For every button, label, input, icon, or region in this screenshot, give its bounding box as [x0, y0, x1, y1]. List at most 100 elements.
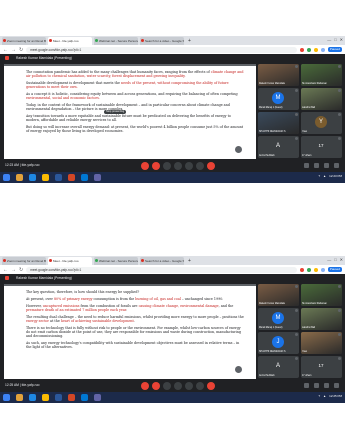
word-icon[interactable]	[55, 394, 62, 401]
participant-tile[interactable]: 17 17 others	[301, 136, 342, 158]
mic-off-icon[interactable]	[141, 162, 149, 170]
chrome-icon[interactable]	[42, 174, 49, 181]
browser-tab[interactable]: Meet - fde-yafp-ruo	[48, 37, 92, 45]
participant-tile[interactable]: A Arvind Subbiah	[258, 136, 299, 158]
help-icon[interactable]: ?	[319, 394, 321, 398]
participant-tile[interactable]: J SHANTHI DEVARAJAN S	[258, 332, 299, 354]
url-field[interactable]: meet.google.com/fde-yafp-ruo?pli=1	[26, 266, 297, 273]
participant-tile[interactable]: Sk Anambarul Rahaman	[301, 284, 342, 306]
forward-icon[interactable]: →	[11, 47, 16, 53]
info-icon[interactable]	[304, 163, 309, 168]
info-icon[interactable]	[304, 383, 309, 388]
back-icon[interactable]: ←	[3, 47, 8, 53]
forward-icon[interactable]: →	[11, 267, 16, 273]
outlook-icon[interactable]	[81, 174, 88, 181]
participant-tile[interactable]: SHANTHI DEVARAJAN S	[258, 112, 299, 134]
close-icon[interactable]: ✕	[340, 257, 343, 262]
maximize-icon[interactable]: □	[334, 37, 336, 42]
participant-tile[interactable]: M Murali Manoj 1 (Guest)	[258, 88, 299, 110]
reload-icon[interactable]: ↻	[19, 267, 23, 273]
extension-icon[interactable]	[306, 267, 311, 272]
profile-button[interactable]: Paused	[327, 267, 342, 272]
extension-icon[interactable]	[299, 47, 304, 52]
participant-tile[interactable]: 17 17 others	[301, 356, 342, 378]
new-tab-icon[interactable]: +	[186, 37, 193, 45]
browser-tab[interactable]: Search for a video - Google Sli	[140, 37, 184, 45]
file-explorer-icon[interactable]	[16, 174, 23, 181]
word-icon[interactable]	[55, 174, 62, 181]
extension-icon[interactable]	[299, 267, 304, 272]
activities-icon[interactable]	[334, 163, 339, 168]
doc-paragraph: There is no technology that is fully wit…	[26, 326, 244, 339]
stop-presenting-pill[interactable]: Stop presenting	[104, 110, 127, 114]
minimize-icon[interactable]: —	[327, 257, 331, 262]
captions-icon[interactable]	[163, 382, 171, 390]
participant-tile[interactable]: Y Yaso	[301, 112, 342, 134]
reload-icon[interactable]: ↻	[19, 47, 23, 53]
browser-tab[interactable]: Zoom meeting for an Rexel Blo	[2, 257, 46, 265]
start-icon[interactable]	[3, 394, 10, 401]
help-icon[interactable]: ?	[319, 174, 321, 178]
extension-icon[interactable]	[320, 47, 325, 52]
teams-icon[interactable]	[94, 394, 101, 401]
network-icon[interactable]: ▲	[323, 394, 326, 398]
mic-off-icon[interactable]	[141, 382, 149, 390]
more-options-icon[interactable]	[196, 162, 204, 170]
edge-icon[interactable]	[29, 394, 36, 401]
highlighted-text: burning of oil, gas and coal	[135, 296, 181, 301]
minimize-icon[interactable]: —	[327, 37, 331, 42]
extension-icon[interactable]	[306, 47, 311, 52]
browser-tab[interactable]: Zoom meeting for an Rexel Blo	[2, 37, 46, 45]
browser-tab[interactable]: Webinar.net - Secure Personal Pi	[94, 257, 138, 265]
browser-tab[interactable]: Meet - fde-yafp-ruo	[48, 257, 92, 265]
start-icon[interactable]	[3, 174, 10, 181]
more-options-icon[interactable]	[196, 382, 204, 390]
participant-tile[interactable]: A Arvind Subbiah	[258, 356, 299, 378]
chat-icon[interactable]	[324, 383, 329, 388]
camera-off-icon[interactable]	[152, 382, 160, 390]
participant-tile[interactable]: Rakesh Kumar Mamidala	[258, 64, 299, 86]
edge-icon[interactable]	[29, 174, 36, 181]
close-icon[interactable]: ✕	[340, 37, 343, 42]
present-icon[interactable]	[185, 382, 193, 390]
activities-icon[interactable]	[334, 383, 339, 388]
file-explorer-icon[interactable]	[16, 394, 23, 401]
captions-icon[interactable]	[163, 162, 171, 170]
raise-hand-icon[interactable]	[174, 382, 182, 390]
teams-icon[interactable]	[94, 174, 101, 181]
maximize-icon[interactable]: □	[334, 257, 336, 262]
participant-tile[interactable]: Yaso	[301, 332, 342, 354]
url-field[interactable]: meet.google.com/fde-yafp-ruo?pli=1	[26, 46, 297, 53]
extension-icon[interactable]	[313, 47, 318, 52]
people-icon[interactable]	[314, 383, 319, 388]
camera-off-icon[interactable]	[152, 162, 160, 170]
scroll-button[interactable]	[235, 366, 242, 373]
new-tab-icon[interactable]: +	[186, 257, 193, 265]
browser-tab[interactable]: Webinar.net - Secure Personal Pi	[94, 37, 138, 45]
participant-tile[interactable]: Rakesh Kumar Mamidala	[258, 284, 299, 306]
raise-hand-icon[interactable]	[174, 162, 182, 170]
browser-tab[interactable]: Search for a video - Google Sli	[140, 257, 184, 265]
extension-icon[interactable]	[320, 267, 325, 272]
network-icon[interactable]: ▲	[323, 174, 326, 178]
participant-tile[interactable]: Sk Anambarul Rahaman	[301, 64, 342, 86]
participant-tile[interactable]: Lakshmi Bail	[301, 88, 342, 110]
participant-tile[interactable]: Lakshmi Bail	[301, 308, 342, 330]
people-icon[interactable]	[314, 163, 319, 168]
chat-icon[interactable]	[324, 163, 329, 168]
outlook-icon[interactable]	[81, 394, 88, 401]
back-icon[interactable]: ←	[3, 267, 8, 273]
leave-call-icon[interactable]	[207, 162, 215, 170]
leave-call-icon[interactable]	[207, 382, 215, 390]
scroll-button[interactable]	[235, 146, 242, 153]
mic-muted-icon	[295, 137, 298, 140]
doc-paragraph: The connotation pandemic has added to th…	[26, 70, 244, 78]
profile-button[interactable]: Paused	[327, 47, 342, 52]
chrome-icon[interactable]	[42, 394, 49, 401]
participant-tile[interactable]: M Murali Manoj 1 (Guest)	[258, 308, 299, 330]
extension-icon[interactable]	[313, 267, 318, 272]
doc-paragraph: At present, over 80% of primary energy c…	[26, 297, 244, 301]
powerpoint-icon[interactable]	[68, 174, 75, 181]
powerpoint-icon[interactable]	[68, 394, 75, 401]
present-icon[interactable]	[185, 162, 193, 170]
